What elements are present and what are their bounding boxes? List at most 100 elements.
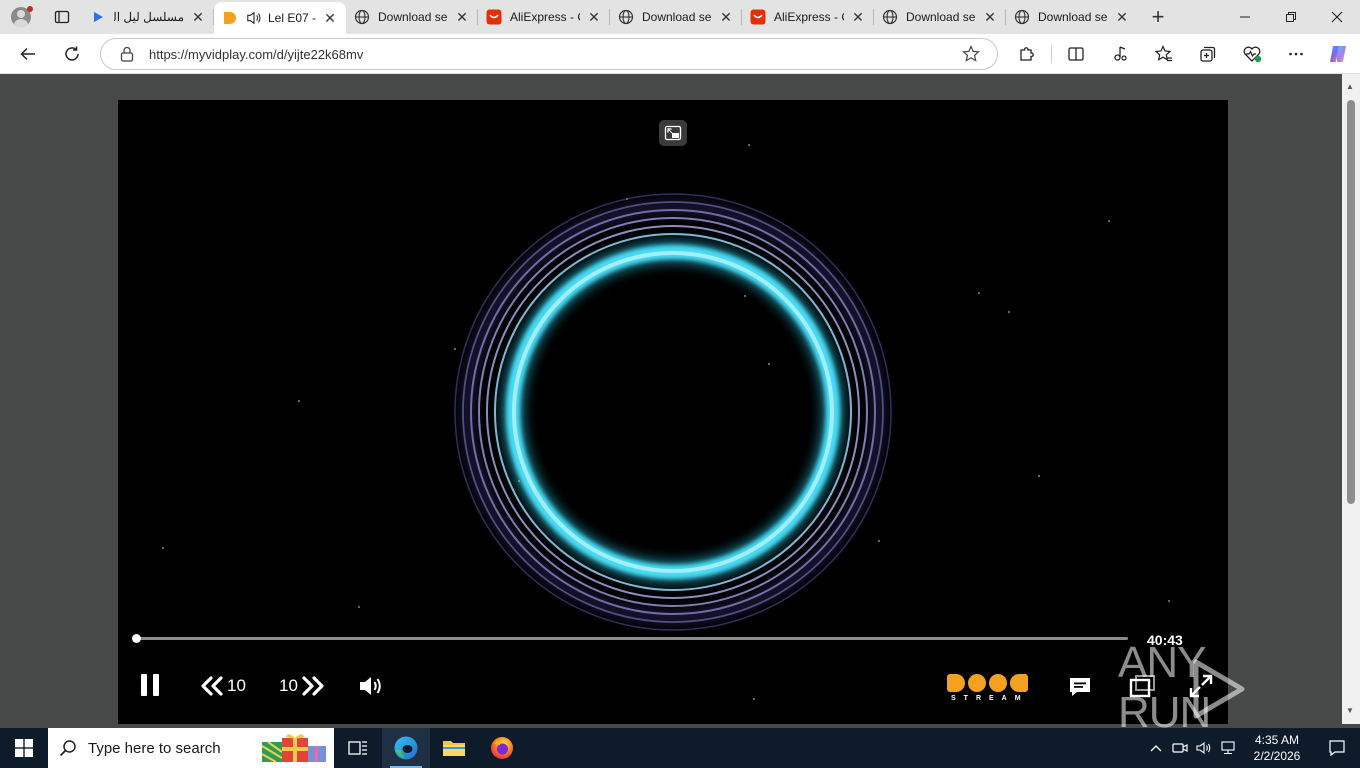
subtitles-button[interactable] [1068,675,1092,699]
edge-browser-icon [394,736,418,760]
more-icon [1289,52,1303,56]
read-aloud-button[interactable] [1102,38,1138,70]
close-tab-icon[interactable]: ✕ [1114,9,1130,25]
tab-title: Download se [642,10,712,24]
scroll-up-arrow-icon[interactable]: ▲ [1346,82,1354,91]
split-screen-button[interactable] [1058,38,1094,70]
task-view-button[interactable] [334,728,382,768]
globe-icon [1014,9,1030,25]
close-window-button[interactable] [1314,0,1360,34]
tab-5[interactable]: Download se ✕ [610,0,742,34]
taskbar-search-box[interactable]: Type here to search [48,728,334,768]
search-icon [48,739,88,757]
page-scrollbar[interactable]: ▲ ▼ [1342,74,1360,724]
chevron-up-icon [1150,745,1162,752]
pause-button[interactable] [138,672,162,698]
tab-title: AliExpress - C [774,10,844,24]
forward-10-button[interactable]: 10 [279,675,325,697]
tab-2-active[interactable]: Lel E07 - ✕ [214,2,346,34]
tab-8[interactable]: Download se ✕ [1006,0,1138,34]
taskbar-edge-button[interactable] [382,728,430,768]
new-tab-button[interactable]: + [1138,0,1178,34]
pause-icon [141,674,159,696]
back-arrow-icon [20,47,35,61]
volume-tray-button[interactable] [1192,728,1216,768]
tab-3[interactable]: Download se ✕ [346,0,478,34]
forward-chevrons-icon [302,676,324,696]
url-text[interactable]: https://myvidplay.com/d/yijte22k68mv [149,47,957,62]
tab-title: Download se [1038,10,1108,24]
anyrun-play-logo [1193,659,1245,719]
close-tab-icon[interactable]: ✕ [190,9,206,25]
tab-1[interactable]: مسلسل ليل الـ ✕ [82,0,214,34]
favorite-star-icon[interactable] [957,45,985,63]
close-tab-icon[interactable]: ✕ [718,9,734,25]
close-tab-icon[interactable]: ✕ [454,9,470,25]
favorites-button[interactable] [1146,38,1182,70]
start-button[interactable] [0,728,48,768]
search-placeholder: Type here to search [88,739,221,757]
seek-bar-handle[interactable] [132,634,141,643]
minimize-button[interactable] [1222,0,1268,34]
aliexpress-icon [750,9,766,25]
plus-icon: + [1151,4,1165,29]
browser-essentials-button[interactable] [1234,38,1270,70]
scroll-down-arrow-icon[interactable]: ▼ [1346,706,1354,715]
notification-chat-icon [1329,740,1345,757]
notifications-button[interactable] [1314,728,1360,768]
audio-playing-icon[interactable] [246,10,262,26]
taskbar-file-explorer-button[interactable] [430,728,478,768]
tab-7[interactable]: Download se ✕ [874,0,1006,34]
refresh-button[interactable] [54,38,90,70]
close-tab-icon[interactable]: ✕ [850,9,866,25]
tab-actions-button[interactable] [42,0,82,34]
settings-more-button[interactable] [1278,38,1314,70]
system-tray: 4:35 AM 2/2/2026 [1144,728,1360,768]
aliexpress-icon [486,9,502,25]
folder-icon [443,741,465,756]
tab-title: AliExpress - C [510,10,580,24]
doodstream-icon [222,10,238,26]
close-tab-icon[interactable]: ✕ [982,9,998,25]
browser-toolbar: https://myvidplay.com/d/yijte22k68mv [0,34,1360,74]
tab-title: Download se [906,10,976,24]
copilot-button[interactable] [1320,38,1356,70]
network-button[interactable] [1216,728,1240,768]
seek-bar[interactable] [132,634,1128,643]
close-tab-icon[interactable]: ✕ [322,10,338,26]
extensions-button[interactable] [1009,38,1045,70]
scrollbar-thumb[interactable] [1347,100,1355,504]
network-icon [1221,741,1235,755]
address-bar[interactable]: https://myvidplay.com/d/yijte22k68mv [100,38,998,70]
restore-button[interactable] [1268,0,1314,34]
close-tab-icon[interactable]: ✕ [586,9,602,25]
tab-4[interactable]: AliExpress - C ✕ [478,0,610,34]
profile-button[interactable] [0,0,42,34]
tab-title: Lel E07 - [268,11,316,25]
tab-6[interactable]: AliExpress - C ✕ [742,0,874,34]
picture-in-picture-button[interactable] [659,120,687,146]
windows-taskbar: Type here to search 4:35 AM 2/2/2026 [0,728,1360,768]
doodstream-logo-mark [947,674,1029,692]
taskbar-clock[interactable]: 4:35 AM 2/2/2026 [1240,732,1314,764]
speaker-icon [1196,741,1211,755]
rewind-10-button[interactable]: 10 [200,675,246,697]
doodstream-logo[interactable]: STREAM [947,674,1029,704]
back-button[interactable] [10,38,46,70]
collections-button[interactable] [1190,38,1226,70]
meet-now-button[interactable] [1168,728,1192,768]
refresh-icon [65,46,79,61]
video-player[interactable]: 40:43 10 10 STREAM [118,100,1228,724]
rewind-seconds-label: 10 [227,676,246,695]
copilot-icon [1330,46,1346,62]
volume-button[interactable] [358,674,384,698]
lock-icon[interactable] [117,46,137,62]
pip-exit-icon [664,125,682,141]
split-screen-icon [1068,47,1084,61]
taskbar-firefox-button[interactable] [478,728,526,768]
volume-icon [360,677,381,695]
tab-title: مسلسل ليل الـ [114,10,184,24]
show-hidden-icons-button[interactable] [1144,728,1168,768]
close-icon [1331,11,1343,23]
tab-title: Download se [378,10,448,24]
